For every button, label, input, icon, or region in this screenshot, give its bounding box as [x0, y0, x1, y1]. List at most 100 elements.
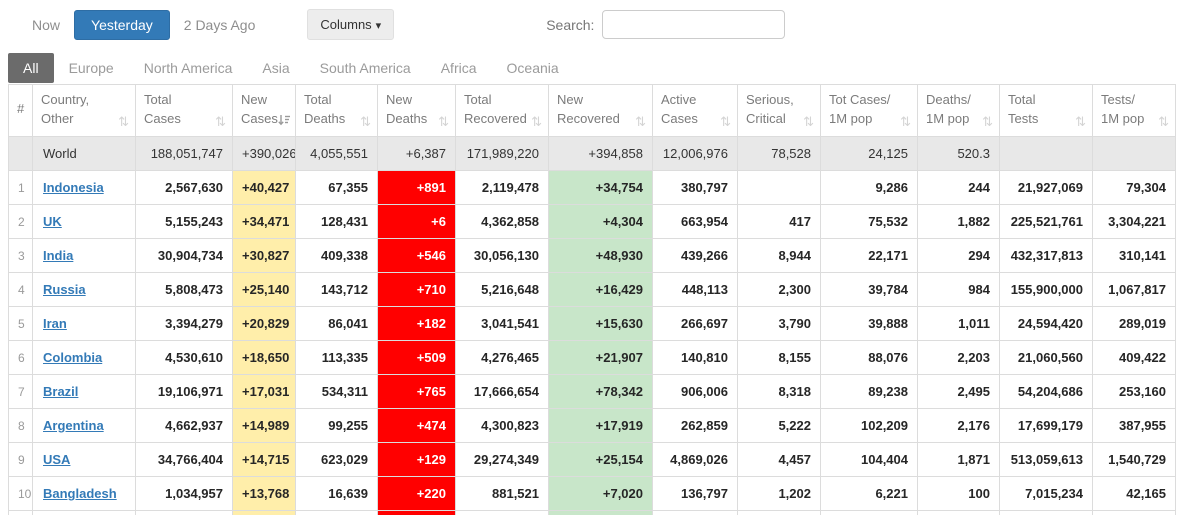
column-header-label: New Deaths	[386, 92, 428, 126]
cell-total-cases: 30,904,734	[135, 238, 233, 273]
column-header-new-recovered[interactable]: New Recovered ⇅	[548, 84, 653, 137]
cell-total-tests: 225,521,761	[999, 204, 1093, 239]
column-header-tests-per-1m[interactable]: Tests/ 1M pop ⇅	[1092, 84, 1176, 137]
country-link[interactable]: Russia	[43, 282, 86, 297]
country-link[interactable]: Bangladesh	[43, 486, 117, 501]
cell-country: Colombia	[32, 340, 136, 375]
cell-deaths-per-1m: 1,011	[917, 306, 1000, 341]
cell-total-cases: 4,662,937	[135, 408, 233, 443]
world-label: World	[43, 146, 77, 161]
sort-icon: ⇅	[118, 113, 129, 129]
cell-total-tests: 21,927,069	[999, 170, 1093, 205]
cell-tests-per-1m: 1,540,729	[1092, 442, 1176, 477]
column-header-total-deaths[interactable]: Total Deaths ⇅	[295, 84, 378, 137]
column-header-label: Tests/ 1M pop	[1101, 92, 1145, 126]
tab-africa[interactable]: Africa	[426, 53, 492, 83]
country-link[interactable]: India	[43, 248, 73, 263]
cell-total-cases: 5,155,243	[135, 204, 233, 239]
cell-active-cases: 380,797	[652, 170, 738, 205]
country-link[interactable]: Iran	[43, 316, 67, 331]
cell-new-cases: +34,471	[232, 204, 296, 239]
country-link[interactable]: UK	[43, 214, 62, 229]
country-link[interactable]: USA	[43, 452, 70, 467]
cell-total-recovered: 171,989,220	[455, 136, 549, 171]
country-link[interactable]: Argentina	[43, 418, 104, 433]
tab-europe[interactable]: Europe	[54, 53, 129, 83]
cell-new-cases: +17,031	[232, 374, 296, 409]
search-input[interactable]	[602, 10, 786, 39]
cell-tests-per-1m	[1092, 510, 1176, 515]
tab-asia[interactable]: Asia	[247, 53, 304, 83]
caret-down-icon: ▾	[375, 20, 382, 32]
column-header-country[interactable]: Country, Other ⇅	[32, 84, 136, 137]
cell-cases-per-1m: 6,221	[820, 476, 918, 511]
cell-tests-per-1m: 3,304,221	[1092, 204, 1176, 239]
yesterday-button[interactable]: Yesterday	[74, 9, 170, 40]
tab-all[interactable]: All	[8, 53, 54, 83]
cell-country	[32, 510, 136, 515]
column-header-new-cases[interactable]: New Cases	[232, 84, 296, 137]
cell-total-cases: 1,034,957	[135, 476, 233, 511]
cell-new-recovered: +21,907	[548, 340, 653, 375]
cell-rank: 8	[8, 408, 33, 443]
column-header-active-cases[interactable]: Active Cases ⇅	[652, 84, 738, 137]
column-header-label: New Recovered	[557, 92, 620, 126]
columns-dropdown-button[interactable]: Columns ▾	[307, 9, 395, 40]
cell-active-cases: 439,266	[652, 238, 738, 273]
table-row-brazil: 7 Brazil 19,106,971 +17,031 534,311 +765 17,66…	[8, 374, 1176, 409]
cell-total-deaths: 4,055,551	[295, 136, 378, 171]
cell-active-cases: 906,006	[652, 374, 738, 409]
cell-total-tests: 7,015,234	[999, 476, 1093, 511]
column-header-total-recovered[interactable]: Total Recovered ⇅	[455, 84, 549, 137]
cell-cases-per-1m: 22,171	[820, 238, 918, 273]
country-link[interactable]: Brazil	[43, 384, 78, 399]
cell-total-cases: 3,394,279	[135, 306, 233, 341]
table-row-world: World 188,051,747 +390,026 4,055,551 +6,387 1…	[8, 136, 1176, 171]
column-header-serious-critical[interactable]: Serious, Critical ⇅	[737, 84, 821, 137]
cell-active-cases: 136,797	[652, 476, 738, 511]
cell-new-cases: +14,715	[232, 442, 296, 477]
cell-new-deaths: +710	[377, 272, 456, 307]
cell-new-deaths: +765	[377, 374, 456, 409]
cell-country: UK	[32, 204, 136, 239]
covid-stats-page: Now Yesterday 2 Days Ago Columns ▾ Search…	[0, 0, 1183, 515]
table-header-row: # Country, Other ⇅ Total Cases ⇅ New Cases Tot…	[8, 84, 1176, 137]
table-row-indonesia: 1 Indonesia 2,567,630 +40,427 67,355 +891 2,11…	[8, 170, 1176, 205]
column-header-deaths-per-1m[interactable]: Deaths/ 1M pop ⇅	[917, 84, 1000, 137]
continent-tabs: All Europe North America Asia South America A…	[8, 52, 1183, 84]
cell-new-recovered: +48,930	[548, 238, 653, 273]
cell-total-tests: 432,317,813	[999, 238, 1093, 273]
cell-new-cases: +40,427	[232, 170, 296, 205]
tab-south-america[interactable]: South America	[305, 53, 426, 83]
two-days-ago-button[interactable]: 2 Days Ago	[170, 11, 270, 39]
tab-north-america[interactable]: North America	[129, 53, 248, 83]
cell-total-tests	[999, 510, 1093, 515]
search-label: Search:	[546, 16, 595, 33]
cell-total-deaths: 86,041	[295, 306, 378, 341]
cell-new-recovered: +25,154	[548, 442, 653, 477]
cell-country: World	[32, 136, 136, 171]
cell-tests-per-1m: 42,165	[1092, 476, 1176, 511]
cell-new-deaths: +6	[377, 204, 456, 239]
cell-total-tests: 17,699,179	[999, 408, 1093, 443]
cell-new-cases: +30,827	[232, 238, 296, 273]
column-header-cases-per-1m[interactable]: Tot Cases/ 1M pop ⇅	[820, 84, 918, 137]
country-link[interactable]: Colombia	[43, 350, 102, 365]
cell-new-deaths: +509	[377, 340, 456, 375]
cell-total-recovered: 5,216,648	[455, 272, 549, 307]
cell-cases-per-1m	[820, 510, 918, 515]
cell-total-tests	[999, 136, 1093, 171]
column-header-total-cases[interactable]: Total Cases ⇅	[135, 84, 233, 137]
cell-cases-per-1m: 24,125	[820, 136, 918, 171]
cell-total-cases: 34,766,404	[135, 442, 233, 477]
column-header-label: #	[17, 101, 25, 117]
cell-cases-per-1m: 88,076	[820, 340, 918, 375]
tab-oceania[interactable]: Oceania	[492, 53, 574, 83]
column-header-total-tests[interactable]: Total Tests ⇅	[999, 84, 1093, 137]
cell-active-cases	[652, 510, 738, 515]
cell-rank: 3	[8, 238, 33, 273]
cell-total-recovered: 3,041,541	[455, 306, 549, 341]
country-link[interactable]: Indonesia	[43, 180, 104, 195]
now-button[interactable]: Now	[18, 11, 74, 39]
column-header-new-deaths[interactable]: New Deaths ⇅	[377, 84, 456, 137]
